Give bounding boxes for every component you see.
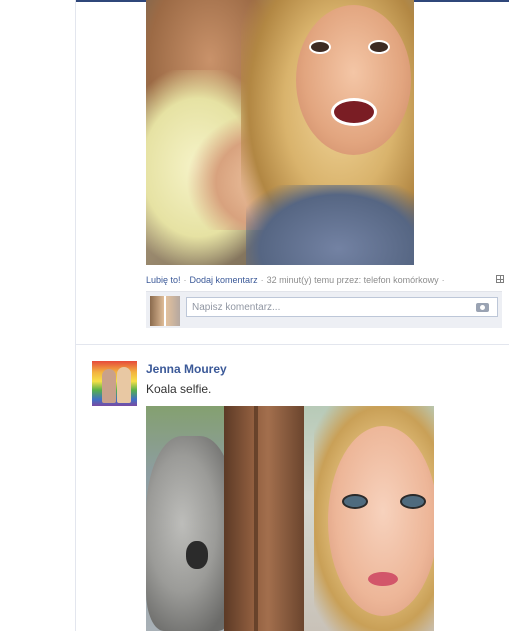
grid-icon[interactable] (496, 275, 504, 283)
photo-region (342, 494, 368, 509)
photo-region (296, 5, 411, 155)
comment-input[interactable]: Napisz komentarz... (186, 297, 498, 317)
photo-region (224, 406, 304, 631)
add-comment-link[interactable]: Dodaj komentarz (190, 275, 258, 285)
camera-icon[interactable] (476, 303, 489, 312)
photo-region (328, 426, 434, 616)
photo-region (186, 541, 208, 569)
like-link[interactable]: Lubię to! (146, 275, 181, 285)
photo-region (331, 98, 377, 126)
separator: · (183, 275, 187, 285)
photo-region (368, 572, 398, 586)
post-meta: 32 minut(y) temu przez: telefon komórkow… (266, 275, 439, 285)
photo-region (146, 436, 236, 631)
feed-border (75, 0, 76, 631)
commenter-avatar (150, 296, 180, 326)
photo-region (368, 40, 390, 54)
avatar-region (117, 367, 131, 403)
post-photo-koala-selfie[interactable] (146, 406, 434, 631)
avatar-region (102, 369, 116, 403)
left-gutter (0, 0, 75, 631)
author-name-link[interactable]: Jenna Mourey (146, 362, 227, 376)
post-photo-selfie-friends[interactable] (146, 0, 414, 265)
post-actions-bar: Lubię to! · Dodaj komentarz · 32 minut(y) te… (146, 273, 506, 287)
photo-region (400, 494, 426, 509)
author-avatar[interactable] (92, 361, 137, 406)
comment-area: Napisz komentarz... (146, 291, 502, 328)
separator: · (441, 275, 445, 285)
post-divider (76, 344, 509, 345)
separator: · (260, 275, 264, 285)
post-text: Koala selfie. (146, 382, 212, 396)
comment-placeholder: Napisz komentarz... (192, 302, 281, 313)
photo-region (246, 185, 414, 265)
photo-region (309, 40, 331, 54)
